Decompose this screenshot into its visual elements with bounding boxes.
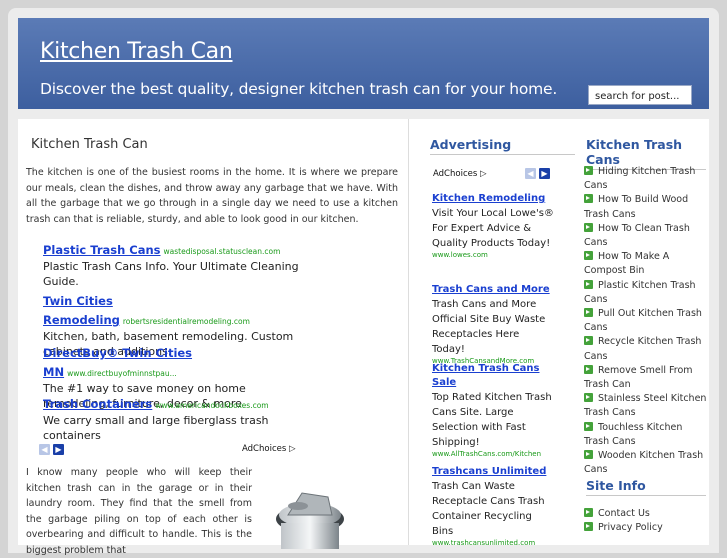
sidebar-item-label[interactable]: Recycle Kitchen Trash Cans [584, 336, 701, 361]
sidebar-item-label[interactable]: Hiding Kitchen Trash Cans [584, 166, 695, 191]
ad-url[interactable]: wastedisposal.statusclean.com [164, 247, 281, 256]
arrow-bullet-icon [584, 364, 593, 374]
side-ad-description: Visit Your Local Lowe's® For Expert Advi… [432, 208, 554, 249]
sidebar-item-label[interactable]: How To Build Wood Trash Cans [584, 194, 688, 219]
sidebar-item[interactable]: How To Make A Compost Bin [584, 250, 709, 278]
site-info-label[interactable]: Contact Us [598, 508, 650, 519]
sidebar-item[interactable]: How To Build Wood Trash Cans [584, 193, 709, 221]
site-info-list: Contact Us Privacy Policy [584, 507, 709, 535]
sidebar-item[interactable]: Plastic Kitchen Trash Cans [584, 279, 709, 307]
site-title-link[interactable]: Kitchen Trash Can [40, 39, 233, 64]
side-ad-url[interactable]: www.AllTrashCans.com/Kitchen [432, 450, 554, 458]
ad-nav: ◀ ▶ [525, 168, 550, 179]
sidebar-item[interactable]: Recycle Kitchen Trash Cans [584, 335, 709, 363]
sidebar-link-list: Hiding Kitchen Trash Cans How To Build W… [584, 165, 709, 477]
chevron-right-icon[interactable]: ▶ [539, 168, 550, 179]
site-tagline: Discover the best quality, designer kitc… [40, 80, 558, 98]
ad-url[interactable]: www.directbuyofminnstpau... [67, 369, 177, 378]
sidebar-item[interactable]: Pull Out Kitchen Trash Cans [584, 307, 709, 335]
side-ad: Kitchen Trash Cans Sale Top Rated Kitche… [432, 362, 554, 458]
arrow-bullet-icon [584, 251, 593, 261]
side-ad-url[interactable]: www.lowes.com [432, 251, 554, 259]
arrow-bullet-icon [584, 393, 593, 403]
site-info-item[interactable]: Contact Us [584, 507, 709, 521]
arrow-bullet-icon [584, 194, 593, 204]
ad-title-link[interactable]: Plastic Trash Cans [43, 243, 161, 257]
arrow-bullet-icon [584, 336, 593, 346]
chevron-left-icon[interactable]: ◀ [39, 444, 50, 455]
ad-url[interactable]: www.americandockboxes.com [155, 401, 268, 410]
sidebar-item-label[interactable]: How To Clean Trash Cans [584, 223, 690, 248]
sidebar-item-label[interactable]: Stainless Steel Kitchen Trash Cans [584, 393, 706, 418]
arrow-bullet-icon [584, 421, 593, 431]
ad-title-link[interactable]: Trash Containers [43, 397, 152, 411]
ad-nav: ◀ ▶ [39, 444, 64, 455]
side-ad: Trash Cans and More Trash Cans and More … [432, 283, 554, 365]
site-info-heading: Site Info [586, 478, 706, 496]
sidebar-item[interactable]: How To Clean Trash Cans [584, 222, 709, 250]
side-ad-description: Trash Can Waste Receptacle Cans Trash Co… [432, 481, 545, 537]
arrow-bullet-icon [584, 222, 593, 232]
text-ad: Plastic Trash Cans wastedisposal.statuscl… [43, 239, 308, 289]
sidebar-item[interactable]: Touchless Kitchen Trash Cans [584, 421, 709, 449]
sidebar-item[interactable]: Wooden Kitchen Trash Cans [584, 449, 709, 477]
chevron-left-icon[interactable]: ◀ [525, 168, 536, 179]
site-header: Kitchen Trash Can Discover the best qual… [18, 18, 709, 109]
adchoices-link[interactable]: AdChoices ▷ [242, 444, 296, 454]
side-ad-title-link[interactable]: Trash Cans and More [432, 283, 554, 297]
adchoices-icon: ▷ [288, 444, 296, 454]
arrow-bullet-icon [584, 522, 593, 532]
trash-can-image [276, 492, 344, 549]
sidebar-item[interactable]: Stainless Steel Kitchen Trash Cans [584, 392, 709, 420]
arrow-bullet-icon [584, 279, 593, 289]
main-column: Kitchen Trash Can The kitchen is one of … [18, 119, 408, 556]
sidebar-item-label[interactable]: How To Make A Compost Bin [584, 251, 669, 276]
adchoices-label: AdChoices [433, 169, 478, 179]
content-area: Kitchen Trash Can The kitchen is one of … [18, 119, 709, 556]
side-ad-title-link[interactable]: Kitchen Remodeling [432, 192, 554, 206]
side-ad-description: Trash Cans and More Official Site Buy Wa… [432, 299, 546, 355]
arrow-bullet-icon [584, 450, 593, 460]
site-info-label[interactable]: Privacy Policy [598, 522, 663, 533]
ad-description: We carry small and large fiberglass tras… [43, 414, 269, 442]
arrow-bullet-icon [584, 508, 593, 517]
sidebar-item-label[interactable]: Wooden Kitchen Trash Cans [584, 450, 703, 475]
advertising-column: Advertising AdChoices ▷ ◀ ▶ Kitchen Remo… [416, 119, 576, 547]
adchoices-link[interactable]: AdChoices ▷ [433, 169, 487, 179]
adchoices-icon: ▷ [479, 169, 487, 179]
intro-paragraph: The kitchen is one of the busiest rooms … [26, 167, 398, 225]
side-ad-url[interactable]: www.trashcansunlimited.com [432, 539, 554, 547]
search-input[interactable] [588, 85, 692, 105]
right-sidebar: Kitchen Trash Cans Hiding Kitchen Trash … [584, 119, 709, 545]
side-ad: Kitchen Remodeling Visit Your Local Lowe… [432, 192, 554, 259]
chevron-right-icon[interactable]: ▶ [53, 444, 64, 455]
site-info-item[interactable]: Privacy Policy [584, 521, 709, 535]
side-ad-title-link[interactable]: Trashcans Unlimited [432, 465, 554, 479]
adchoices-label: AdChoices [242, 444, 287, 454]
column-divider [408, 119, 409, 545]
sidebar-item-label[interactable]: Remove Smell From Trash Can [584, 365, 693, 390]
side-ad-description: Top Rated Kitchen Trash Cans Site. Large… [432, 392, 552, 448]
body-paragraph: I know many people who will keep their k… [26, 467, 252, 556]
ad-url[interactable]: robertsresidentialremodeling.com [123, 317, 250, 326]
ad-title-link[interactable]: Twin Cities Remodeling [43, 294, 120, 327]
post-title: Kitchen Trash Can [31, 137, 148, 152]
sidebar-item[interactable]: Remove Smell From Trash Can [584, 364, 709, 392]
sidebar-item-label[interactable]: Plastic Kitchen Trash Cans [584, 280, 696, 305]
side-ad: Trashcans Unlimited Trash Can Waste Rece… [432, 465, 554, 547]
text-ad: Trash Containers www.americandockboxes.co… [43, 393, 308, 443]
sidebar-item-label[interactable]: Touchless Kitchen Trash Cans [584, 422, 682, 447]
arrow-bullet-icon [584, 166, 593, 175]
arrow-bullet-icon [584, 308, 593, 318]
sidebar-item-label[interactable]: Pull Out Kitchen Trash Cans [584, 308, 702, 333]
advertising-heading: Advertising [430, 137, 575, 155]
sidebar-item[interactable]: Hiding Kitchen Trash Cans [584, 165, 709, 193]
side-ad-title-link[interactable]: Kitchen Trash Cans Sale [432, 362, 554, 390]
ad-description: Plastic Trash Cans Info. Your Ultimate C… [43, 260, 299, 288]
